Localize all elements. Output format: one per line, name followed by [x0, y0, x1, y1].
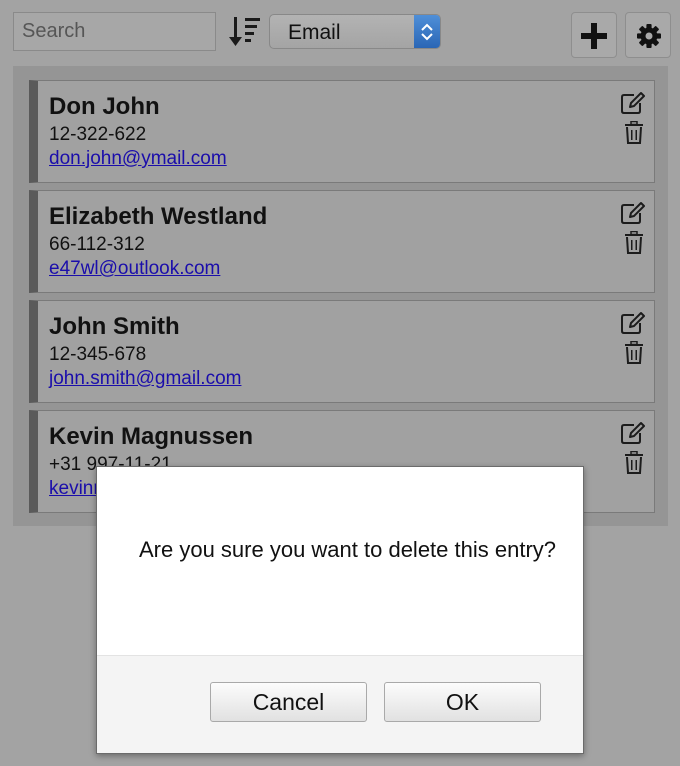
contact-phone: 66-112-312	[49, 234, 145, 255]
contact-email-link[interactable]: e47wl@outlook.com	[49, 258, 220, 280]
contact-name: Kevin Magnussen	[49, 423, 254, 450]
sort-field-select[interactable]: Email	[269, 14, 441, 49]
dialog-footer: Cancel OK	[97, 655, 583, 753]
contact-card: Elizabeth Westland 66-112-312 e47wl@outl…	[29, 190, 655, 293]
contact-card: Don John 12-322-622 don.john@ymail.com	[29, 80, 655, 183]
contact-phone: 12-345-678	[49, 344, 147, 365]
gear-icon	[637, 24, 661, 48]
trash-icon[interactable]	[624, 231, 644, 255]
trash-icon[interactable]	[624, 451, 644, 475]
settings-button[interactable]	[625, 12, 671, 58]
edit-icon[interactable]	[620, 201, 646, 225]
contact-name: John Smith	[49, 313, 180, 340]
confirm-delete-dialog: Are you sure you want to delete this ent…	[96, 466, 584, 754]
edit-icon[interactable]	[620, 91, 646, 115]
contact-list: Don John 12-322-622 don.john@ymail.com E…	[13, 66, 668, 526]
contact-name: Don John	[49, 93, 160, 120]
contact-email-link[interactable]: don.john@ymail.com	[49, 148, 227, 170]
plus-icon	[581, 23, 607, 49]
contact-name: Elizabeth Westland	[49, 203, 268, 230]
contact-phone: 12-322-622	[49, 124, 147, 145]
edit-icon[interactable]	[620, 421, 646, 445]
sort-field-select-value: Email	[288, 21, 341, 44]
cancel-button[interactable]: Cancel	[210, 682, 367, 722]
search-input[interactable]	[13, 12, 216, 51]
sort-icon[interactable]	[228, 15, 264, 49]
ok-button[interactable]: OK	[384, 682, 541, 722]
contact-email-link[interactable]: john.smith@gmail.com	[49, 368, 241, 390]
contact-card: John Smith 12-345-678 john.smith@gmail.c…	[29, 300, 655, 403]
add-contact-button[interactable]	[571, 12, 617, 58]
edit-icon[interactable]	[620, 311, 646, 335]
select-arrows-icon	[414, 15, 440, 48]
trash-icon[interactable]	[624, 121, 644, 145]
trash-icon[interactable]	[624, 341, 644, 365]
dialog-message: Are you sure you want to delete this ent…	[139, 537, 557, 562]
